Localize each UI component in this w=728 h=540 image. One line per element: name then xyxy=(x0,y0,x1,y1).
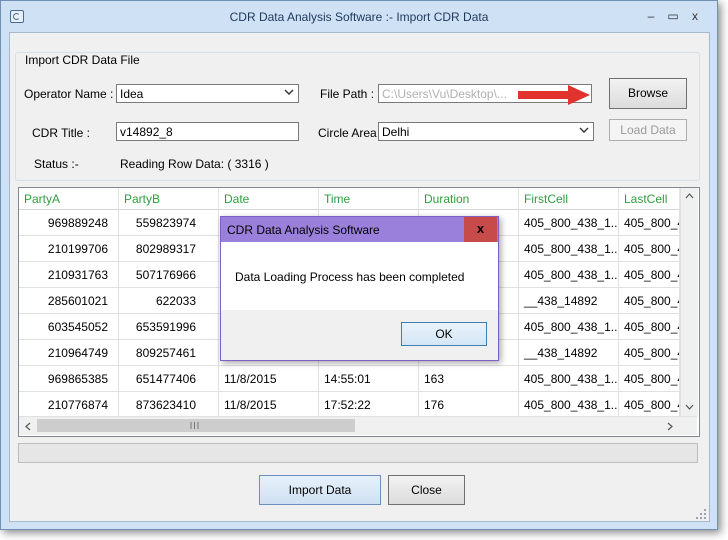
column-header-partya[interactable]: PartyA xyxy=(19,188,119,210)
scroll-up-icon[interactable] xyxy=(685,193,694,199)
cell-firstcell[interactable]: 405_800_438_1... xyxy=(519,236,619,262)
cell-partyb[interactable]: 809257461 xyxy=(119,340,219,366)
column-header-lastcell[interactable]: LastCell xyxy=(619,188,680,210)
status-label: Status :- xyxy=(34,157,79,171)
cell-time[interactable]: 17:52:22 xyxy=(319,392,419,418)
cell-lastcell[interactable]: 405_800_4 xyxy=(619,236,680,262)
chevron-down-icon[interactable] xyxy=(578,125,590,138)
cell-lastcell[interactable]: 405_800_4 xyxy=(619,262,680,288)
cell-partya[interactable]: 210776874 xyxy=(19,392,119,418)
horizontal-scroll-thumb[interactable] xyxy=(37,419,355,432)
cdr-title-label: CDR Title : xyxy=(32,126,91,140)
maximize-button[interactable]: ▭ xyxy=(664,8,682,24)
horizontal-scrollbar[interactable] xyxy=(19,416,697,435)
browse-button[interactable]: Browse xyxy=(609,78,687,109)
load-data-button[interactable]: Load Data xyxy=(609,119,687,141)
status-value: Reading Row Data: ( 3316 ) xyxy=(120,157,269,171)
ok-button[interactable]: OK xyxy=(401,322,487,346)
scroll-right-icon[interactable] xyxy=(667,422,673,431)
cell-time[interactable]: 14:55:01 xyxy=(319,366,419,392)
cell-lastcell[interactable]: 405_800_4 xyxy=(619,288,680,314)
window-title: CDR Data Analysis Software :- Import CDR… xyxy=(229,10,489,24)
dialog-title: CDR Data Analysis Software xyxy=(227,223,380,237)
cell-firstcell[interactable]: 405_800_438_1... xyxy=(519,366,619,392)
cell-lastcell[interactable]: 405_800_4 xyxy=(619,340,680,366)
operator-label: Operator Name : xyxy=(24,87,114,101)
cell-date[interactable]: 11/8/2015 xyxy=(219,392,319,418)
vertical-scrollbar[interactable] xyxy=(680,188,698,416)
column-header-partyb[interactable]: PartyB xyxy=(119,188,219,210)
close-button[interactable]: x xyxy=(686,8,704,24)
cell-firstcell[interactable]: 405_800_438_1... xyxy=(519,210,619,236)
scroll-left-icon[interactable] xyxy=(25,422,31,431)
column-header-duration[interactable]: Duration xyxy=(419,188,519,210)
cell-firstcell[interactable]: __438_14892 xyxy=(519,288,619,314)
cell-partyb[interactable]: 559823974 xyxy=(119,210,219,236)
dialog-body: Data Loading Process has been completed xyxy=(221,242,498,310)
column-header-date[interactable]: Date xyxy=(219,188,319,210)
title-bar[interactable]: CDR Data Analysis Software :- Import CDR… xyxy=(1,1,717,32)
dialog-close-button[interactable]: x xyxy=(464,217,497,242)
import-data-button[interactable]: Import Data xyxy=(259,475,381,505)
cell-partyb[interactable]: 651477406 xyxy=(119,366,219,392)
cell-lastcell[interactable]: 405_800_4 xyxy=(619,392,680,418)
cell-firstcell[interactable]: 405_800_438_1... xyxy=(519,392,619,418)
cell-partyb[interactable]: 507176966 xyxy=(119,262,219,288)
message-dialog: CDR Data Analysis Software x Data Loadin… xyxy=(220,216,499,361)
circle-area-combo[interactable]: Delhi xyxy=(378,122,594,141)
cdr-title-input[interactable]: v14892_8 xyxy=(116,122,299,141)
close-window-button[interactable]: Close xyxy=(388,475,465,505)
column-header-time[interactable]: Time xyxy=(319,188,419,210)
cell-partyb[interactable]: 653591996 xyxy=(119,314,219,340)
cell-lastcell[interactable]: 405_800_4 xyxy=(619,314,680,340)
cell-partyb[interactable]: 622033 xyxy=(119,288,219,314)
cell-lastcell[interactable]: 405_800_4 xyxy=(619,210,680,236)
cell-duration[interactable]: 176 xyxy=(419,392,519,418)
resize-grip-icon[interactable] xyxy=(696,509,706,519)
cell-partya[interactable]: 210931763 xyxy=(19,262,119,288)
grip-icon xyxy=(190,422,199,429)
chevron-down-icon[interactable] xyxy=(283,87,295,100)
cell-firstcell[interactable]: 405_800_438_1... xyxy=(519,314,619,340)
progress-bar xyxy=(18,443,698,463)
cell-partyb[interactable]: 802989317 xyxy=(119,236,219,262)
cell-firstcell[interactable]: 405_800_438_1... xyxy=(519,262,619,288)
cdr-title-value: v14892_8 xyxy=(120,125,173,139)
cell-partya[interactable]: 210199706 xyxy=(19,236,119,262)
minimize-button[interactable]: ‒ xyxy=(642,8,660,24)
cell-partyb[interactable]: 873623410 xyxy=(119,392,219,418)
filepath-value: C:\Users\Vu\Desktop\... xyxy=(382,87,507,101)
cell-partya[interactable]: 969889248 xyxy=(19,210,119,236)
dialog-title-bar[interactable]: CDR Data Analysis Software x xyxy=(221,217,498,242)
cell-partya[interactable]: 603545052 xyxy=(19,314,119,340)
cell-partya[interactable]: 210964749 xyxy=(19,340,119,366)
cell-lastcell[interactable]: 405_800_4 xyxy=(619,366,680,392)
cell-date[interactable]: 11/8/2015 xyxy=(219,366,319,392)
cell-partya[interactable]: 285601021 xyxy=(19,288,119,314)
cell-firstcell[interactable]: __438_14892 xyxy=(519,340,619,366)
cell-partya[interactable]: 969865385 xyxy=(19,366,119,392)
cell-duration[interactable]: 163 xyxy=(419,366,519,392)
red-arrow-annotation xyxy=(518,85,590,105)
operator-value: Idea xyxy=(120,87,144,101)
circle-area-value: Delhi xyxy=(382,125,410,139)
scroll-down-icon[interactable] xyxy=(685,404,694,410)
group-title: Import CDR Data File xyxy=(23,53,142,67)
import-group-box xyxy=(15,52,700,181)
column-header-firstcell[interactable]: FirstCell xyxy=(519,188,619,210)
operator-combo[interactable]: Idea xyxy=(116,84,299,103)
filepath-label: File Path : xyxy=(320,87,375,101)
circle-area-label: Circle Area : xyxy=(318,126,384,140)
dialog-message: Data Loading Process has been completed xyxy=(235,270,465,284)
